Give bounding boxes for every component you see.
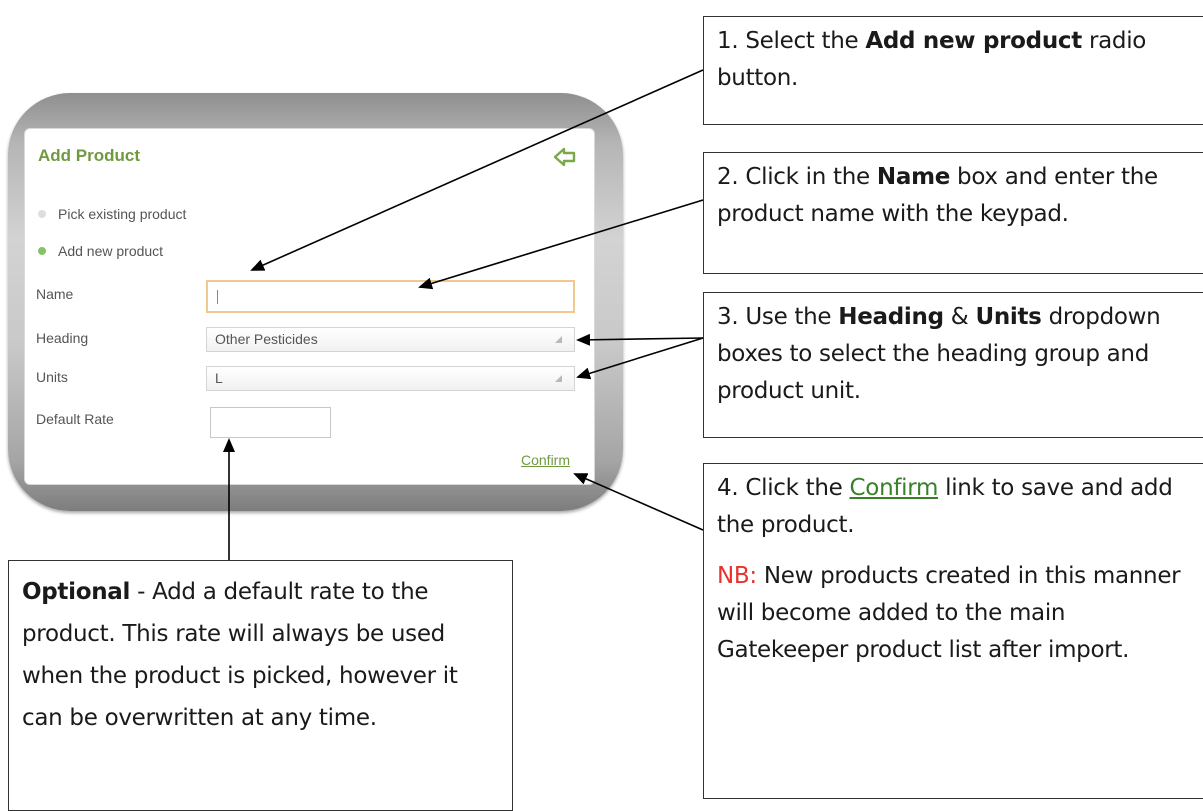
heading-select[interactable]: Other Pesticides (206, 327, 575, 352)
callout-bold: Units (975, 304, 1042, 330)
radio-add-new[interactable]: Add new product (38, 243, 163, 259)
callout-step-4: 4. Click the Confirm link to save and ad… (703, 463, 1203, 799)
callout-text: 3. Use the (717, 304, 839, 330)
units-select[interactable]: L (206, 366, 575, 391)
text-caret (217, 290, 218, 304)
callout-step-3: 3. Use the Heading & Units dropdown boxe… (703, 292, 1203, 438)
nb-text: New products created in this manner will… (717, 563, 1181, 663)
panel-title: Add Product (38, 146, 140, 165)
back-arrow-icon[interactable] (553, 146, 577, 168)
callout-step-2: 2. Click in the Name box and enter the p… (703, 152, 1203, 274)
default-rate-label: Default Rate (36, 411, 114, 427)
callout-text: & (943, 304, 976, 330)
callout-text: 4. Click the (717, 475, 850, 501)
default-rate-input[interactable] (210, 407, 331, 438)
dropdown-arrow-icon (555, 375, 562, 382)
heading-label: Heading (36, 330, 89, 346)
callout-bold: Name (876, 164, 951, 190)
callout-optional: Optional - Add a default rate to the pro… (8, 560, 513, 811)
radio-pick-existing[interactable]: Pick existing product (38, 206, 186, 222)
callout-step-1: 1. Select the Add new product radio butt… (703, 16, 1203, 125)
units-label: Units (36, 369, 68, 385)
radio-selected-icon (38, 247, 46, 255)
radio-pick-existing-label: Pick existing product (58, 206, 187, 222)
callout-bold: Heading (838, 304, 944, 330)
name-label: Name (36, 286, 74, 302)
callout-confirm-link: Confirm (849, 475, 939, 501)
callout-bold: Add new product (865, 28, 1082, 54)
radio-unselected-icon (38, 210, 46, 218)
callout-bold: Optional (22, 579, 131, 605)
callout-text: 1. Select the (717, 28, 866, 54)
confirm-link[interactable]: Confirm (521, 452, 570, 468)
radio-add-new-label: Add new product (58, 243, 164, 259)
units-select-value: L (215, 370, 223, 386)
heading-select-value: Other Pesticides (215, 331, 318, 347)
name-input[interactable] (206, 280, 575, 313)
nb-label: NB: (717, 563, 757, 589)
callout-text: 2. Click in the (717, 164, 877, 190)
dropdown-arrow-icon (555, 336, 562, 343)
